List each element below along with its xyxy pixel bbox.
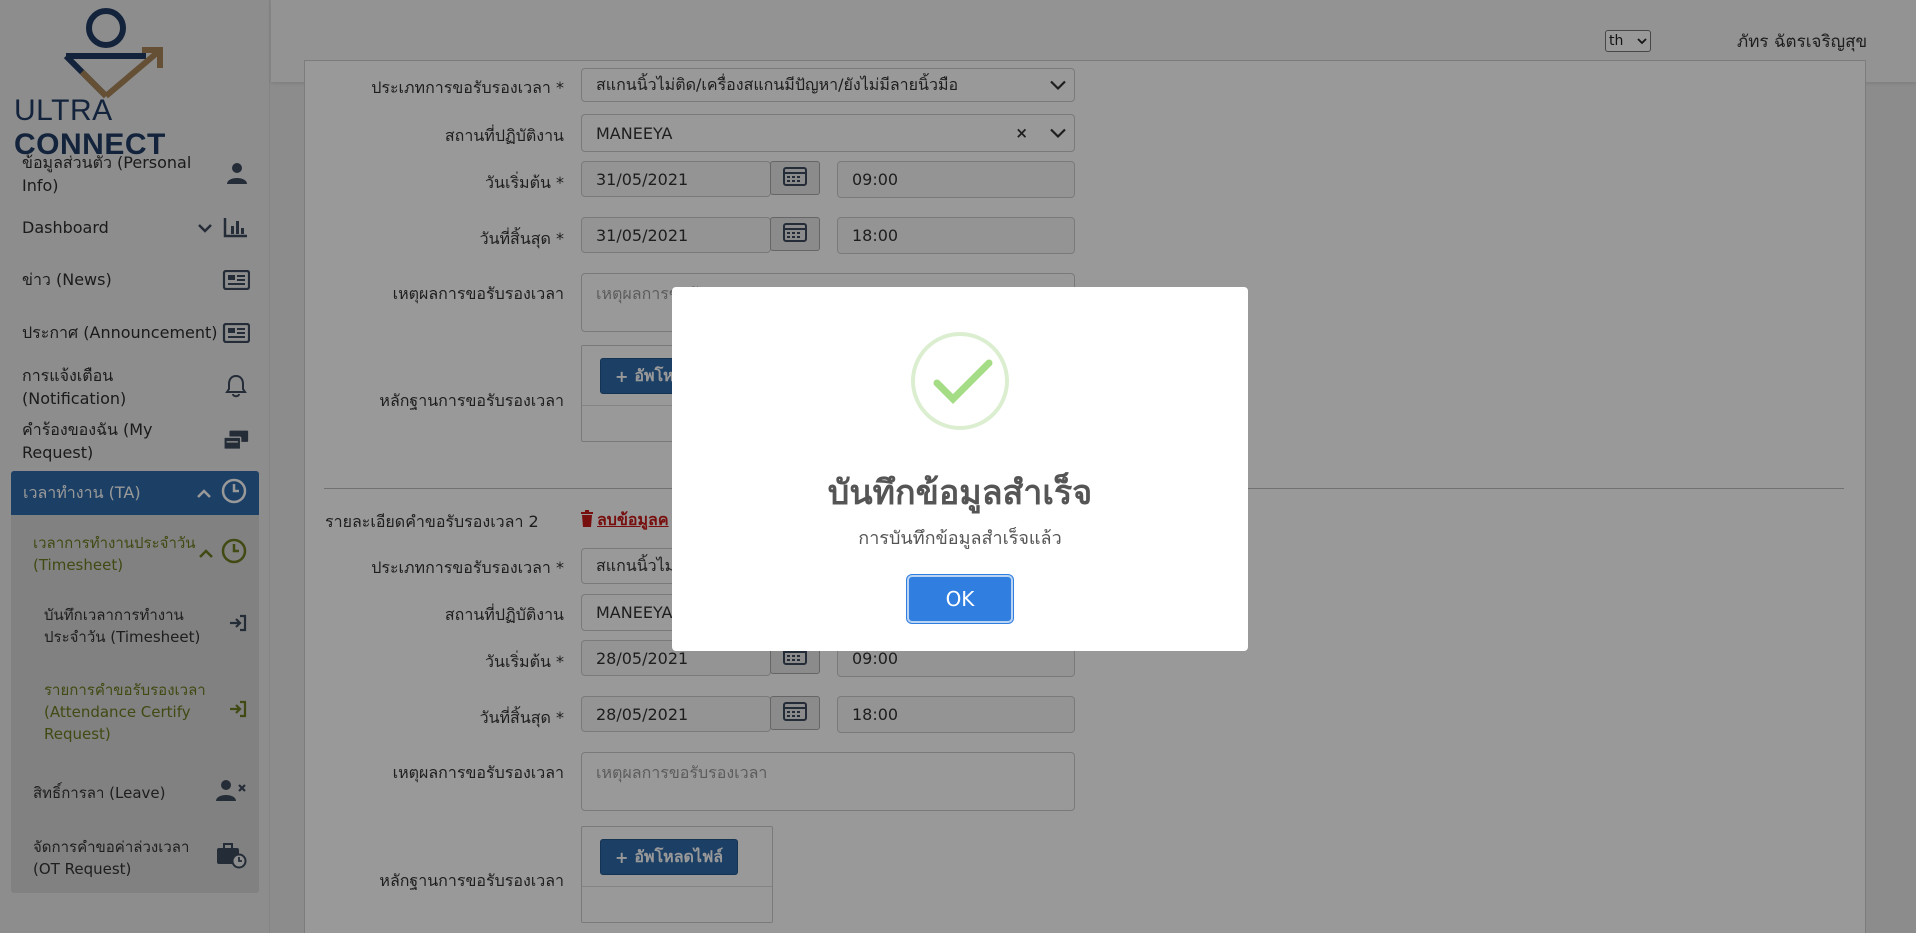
success-dialog: บันทึกข้อมูลสำเร็จ การบันทึกข้อมูลสำเร็จ… [672,287,1248,651]
dialog-title: บันทึกข้อมูลสำเร็จ [827,473,1093,513]
check-icon [933,359,993,404]
dialog-message: การบันทึกข้อมูลสำเร็จแล้ว [858,528,1062,549]
ok-button[interactable]: OK [907,575,1013,623]
